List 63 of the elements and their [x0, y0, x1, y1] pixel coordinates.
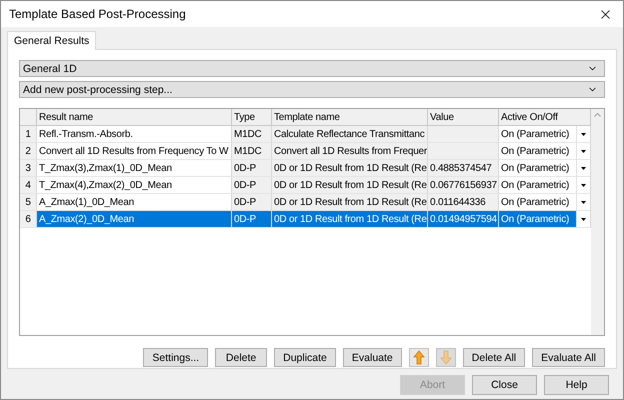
table-cell: A_Zmax(2)_0D_Mean — [37, 211, 232, 228]
caret-icon — [581, 218, 586, 220]
table-cell: 0.01494957594 — [428, 211, 499, 228]
row-number[interactable]: 1 — [20, 126, 37, 143]
caret-icon — [581, 184, 586, 186]
row-number[interactable]: 6 — [20, 211, 37, 228]
table-cell: 0.06776156937 — [428, 177, 499, 194]
active-dropdown[interactable]: On (Parametric) — [499, 211, 591, 228]
scroll-up-icon — [594, 113, 601, 117]
table-cell: Convert all 1D Results from Frequer — [272, 143, 428, 160]
action-button[interactable]: Delete — [215, 348, 268, 367]
scrollbar[interactable] — [591, 109, 604, 335]
move-up-button[interactable] — [408, 348, 429, 367]
caret-icon — [581, 150, 586, 152]
action-button[interactable]: Duplicate — [274, 348, 336, 367]
row-number[interactable]: 5 — [20, 194, 37, 211]
dropdown[interactable]: General 1D — [19, 60, 605, 77]
table-cell: M1DC — [232, 143, 272, 160]
table-cell: A_Zmax(1)_0D_Mean — [37, 194, 232, 211]
table-cell: 0D or 1D Result from 1D Result (Re — [272, 211, 428, 228]
active-dropdown[interactable]: On (Parametric) — [499, 177, 591, 194]
column-header[interactable]: Type — [232, 109, 272, 126]
table-cell: Refl.-Transm.-Absorb. — [37, 126, 232, 143]
caret-icon — [581, 166, 586, 170]
window-title: Template Based Post-Processing — [9, 7, 186, 21]
table-cell: 0D-P — [232, 177, 272, 194]
table-cell: 0.011644336 — [428, 194, 499, 211]
table-cell: 0D or 1D Result from 1D Result (Re — [272, 194, 428, 211]
table-cell: Convert all 1D Results from Frequency To W — [37, 143, 232, 160]
tab[interactable]: General Results — [7, 31, 96, 50]
active-dropdown[interactable]: On (Parametric) — [499, 143, 591, 160]
dialog-button[interactable]: Help — [544, 375, 609, 395]
action-button[interactable]: Delete All — [462, 348, 526, 367]
table-cell: T_Zmax(4),Zmax(2)_0D_Mean — [37, 177, 232, 194]
dialog-button[interactable]: Close — [472, 375, 537, 395]
table-cell: M1DC — [232, 126, 272, 143]
active-dropdown[interactable]: On (Parametric) — [499, 126, 591, 143]
table-cell: T_Zmax(3),Zmax(1)_0D_Mean — [37, 160, 232, 177]
header-corner — [20, 109, 37, 126]
table-cell: 0D-P — [232, 194, 272, 211]
up-arrow-icon — [412, 350, 425, 365]
column-header[interactable]: Result name — [37, 109, 232, 126]
column-header[interactable]: Template name — [272, 109, 428, 126]
action-button[interactable]: Evaluate — [342, 348, 402, 367]
caret-icon — [581, 200, 586, 204]
table-cell: Calculate Reflectance Transmittanc — [272, 126, 428, 143]
active-dropdown[interactable]: On (Parametric) — [499, 194, 591, 211]
table-cell: 0D-P — [232, 160, 272, 177]
table-cell: 0.4885374547 — [428, 160, 499, 177]
active-dropdown[interactable]: On (Parametric) — [499, 160, 591, 177]
dropdown[interactable]: Add new post-processing step... — [19, 81, 605, 98]
caret-icon — [581, 132, 586, 136]
action-button[interactable]: Settings... — [143, 348, 208, 367]
action-button[interactable]: Evaluate All — [532, 348, 605, 367]
row-number[interactable]: 2 — [20, 143, 37, 160]
table-cell: 0D-P — [232, 211, 272, 228]
table-cell: 0D or 1D Result from 1D Result (Re — [272, 177, 428, 194]
table-cell: 0D or 1D Result from 1D Result (Re — [272, 160, 428, 177]
down-arrow-icon — [440, 350, 452, 365]
column-header[interactable]: Active On/Off — [499, 109, 591, 126]
row-number[interactable]: 3 — [20, 160, 37, 177]
column-header[interactable]: Value — [428, 109, 499, 126]
row-number[interactable]: 4 — [20, 177, 37, 194]
